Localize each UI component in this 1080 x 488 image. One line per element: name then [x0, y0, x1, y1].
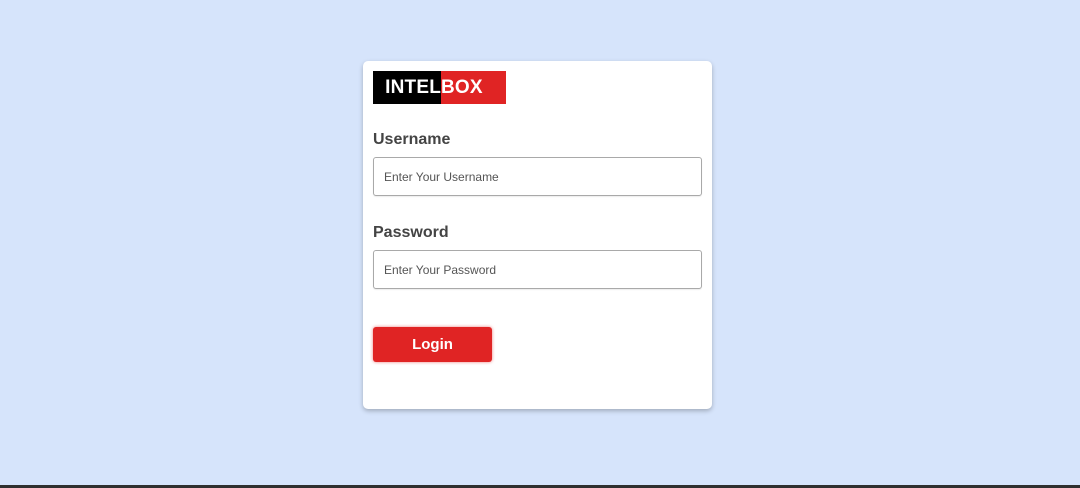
password-label: Password: [373, 224, 449, 241]
username-label: Username: [373, 131, 451, 148]
login-button[interactable]: Login: [373, 327, 492, 362]
intelbox-logo: INTEL BOX: [373, 71, 506, 104]
password-input[interactable]: [373, 250, 702, 289]
logo-text-box: BOX: [441, 71, 506, 104]
login-card: INTEL BOX Username Password Login: [363, 61, 712, 409]
username-input[interactable]: [373, 157, 702, 196]
logo-text-intel: INTEL: [373, 71, 441, 104]
